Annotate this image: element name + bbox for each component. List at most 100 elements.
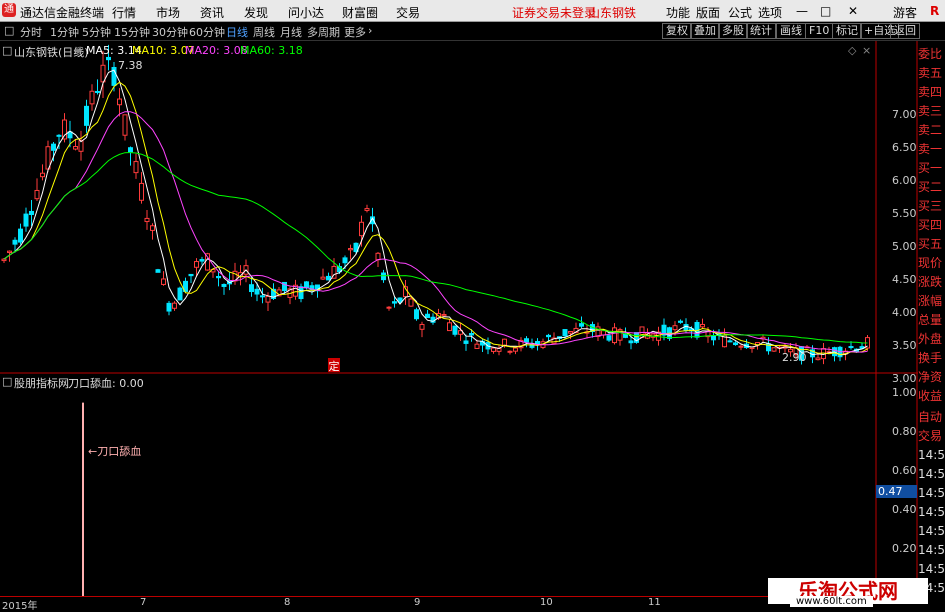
side-item-turnover: 换手 — [918, 349, 945, 368]
side-item-change: 涨跌 — [918, 273, 945, 292]
menu-zixun[interactable]: 资讯 — [200, 4, 224, 21]
date-label: 9 — [414, 597, 421, 608]
biaoji-button[interactable]: 标记 — [832, 23, 862, 39]
candle-body — [221, 283, 227, 287]
candle-body — [1, 258, 7, 262]
main-chart-toggle-icon[interactable]: □ — [2, 44, 12, 57]
spike-annotation: ←刀口舔血 — [88, 445, 142, 458]
date-label: 7 — [140, 597, 147, 608]
r-icon[interactable]: R — [930, 4, 939, 18]
login-warning[interactable]: 证券交易未登录 — [512, 4, 596, 21]
menu-wenxiaoda[interactable]: 问小达 — [288, 4, 324, 21]
diejia-button[interactable]: 叠加 — [690, 23, 720, 39]
candle-body — [51, 143, 56, 151]
sub-chart-toggle-icon[interactable]: □ — [2, 375, 12, 388]
candle-body — [678, 320, 683, 323]
tick-time: 14:56 — [918, 522, 945, 541]
period-toolbar: □ 分时 1分钟 5分钟 15分钟 30分钟 60分钟 日线 周线 月线 多周期… — [0, 22, 945, 41]
menu-caifuquan[interactable]: 财富圈 — [342, 4, 378, 21]
candle-body — [216, 275, 221, 279]
candle-body — [128, 147, 133, 153]
duogu-button[interactable]: 多股 — [718, 23, 748, 39]
candle-body — [733, 342, 738, 346]
sub-tick-2: 0.80 — [892, 425, 917, 438]
side-item-earning: 收益 — [918, 387, 945, 406]
candle-body — [452, 325, 458, 335]
candle-body — [89, 90, 95, 105]
chart-settings-icon[interactable]: ◇ — [848, 44, 856, 57]
candle-body — [568, 331, 573, 334]
sub-tick-3: 0.60 — [892, 464, 917, 477]
menu-jiaoyi[interactable]: 交易 — [396, 4, 420, 21]
tab-week[interactable]: 周线 — [253, 24, 275, 40]
candle-body — [771, 347, 777, 352]
tab-30min[interactable]: 30分钟 — [152, 24, 188, 40]
menu-gongneng[interactable]: 功能 — [666, 4, 690, 21]
tab-multi-period[interactable]: 多周期 — [307, 24, 340, 40]
ma-expand-icon[interactable]: ◈ — [74, 44, 82, 57]
candle-body — [815, 357, 821, 361]
tab-60min[interactable]: 60分钟 — [189, 24, 225, 40]
f10-button[interactable]: F10 — [805, 23, 834, 39]
panel-toggle-icon[interactable]: □ — [4, 24, 14, 37]
fuquan-button[interactable]: 复权 — [662, 23, 692, 39]
menu-banmian[interactable]: 版面 — [696, 4, 720, 21]
price-tick-7: 4.00 — [892, 306, 917, 319]
tab-more[interactable]: 更多 — [344, 24, 366, 40]
tab-1min[interactable]: 1分钟 — [50, 24, 79, 40]
candle-body — [78, 140, 84, 152]
candle-body — [348, 248, 353, 251]
side-item-trade[interactable]: 交易 — [918, 427, 945, 446]
price-tick-3: 6.00 — [892, 174, 917, 187]
side-item-sell3: 卖三 — [918, 102, 945, 121]
candle-body — [441, 314, 447, 317]
candle-body — [738, 345, 744, 348]
ma60-line — [3, 152, 868, 344]
ding-marker-badge: 定 — [328, 358, 340, 373]
back-button[interactable]: 返回 — [890, 23, 920, 39]
candle-body — [40, 172, 45, 178]
side-item-sell5: 卖五 — [918, 64, 945, 83]
sub-indicator-value: 刀口舔血: 0.00 — [68, 377, 144, 390]
kline-chart[interactable] — [0, 41, 945, 596]
menu-hangqing[interactable]: 行情 — [112, 4, 136, 21]
maximize-button[interactable]: □ — [820, 4, 831, 18]
menu-shichang[interactable]: 市场 — [156, 4, 180, 21]
price-tick-2: 6.50 — [892, 141, 917, 154]
menu-faxian[interactable]: 发现 — [244, 4, 268, 21]
side-item-netasset: 净资 — [918, 368, 945, 387]
guest-user[interactable]: 游客 — [893, 4, 917, 21]
candle-body — [122, 114, 128, 136]
candle-body — [386, 306, 392, 309]
side-item-volume: 总量 — [918, 311, 945, 330]
tongji-button[interactable]: 统计 — [746, 23, 776, 39]
ma20-line — [3, 111, 868, 353]
candle-body — [139, 182, 144, 201]
more-chevron-icon[interactable]: › — [368, 24, 372, 37]
candle-body — [359, 221, 364, 237]
tick-time: 14:56 — [918, 560, 945, 579]
candle-body — [67, 131, 73, 139]
minimize-button[interactable]: — — [796, 4, 808, 18]
menu-xuanxiang[interactable]: 选项 — [758, 4, 782, 21]
tab-5min[interactable]: 5分钟 — [82, 24, 111, 40]
candle-body — [177, 287, 183, 301]
side-item-buy2: 买二 — [918, 178, 945, 197]
candle-body — [73, 146, 78, 150]
side-item-outer: 外盘 — [918, 330, 945, 349]
menu-gongshi[interactable]: 公式 — [728, 4, 752, 21]
close-button[interactable]: ✕ — [848, 4, 858, 18]
sub-tick-5: 0.20 — [892, 542, 917, 555]
tick-time: 14:56 — [918, 503, 945, 522]
candle-body — [18, 228, 23, 243]
tab-month[interactable]: 月线 — [280, 24, 302, 40]
chart-close-icon[interactable]: × — [862, 44, 871, 57]
tab-15min[interactable]: 15分钟 — [114, 24, 150, 40]
tab-fenshi[interactable]: 分时 — [20, 24, 42, 40]
candle-body — [249, 284, 254, 293]
side-item-auto[interactable]: 自动 — [918, 408, 945, 427]
tab-day[interactable]: 日线 — [226, 24, 248, 40]
candle-body — [425, 313, 430, 319]
candle-body — [375, 252, 381, 261]
huaxian-button[interactable]: 画线 — [776, 23, 806, 39]
